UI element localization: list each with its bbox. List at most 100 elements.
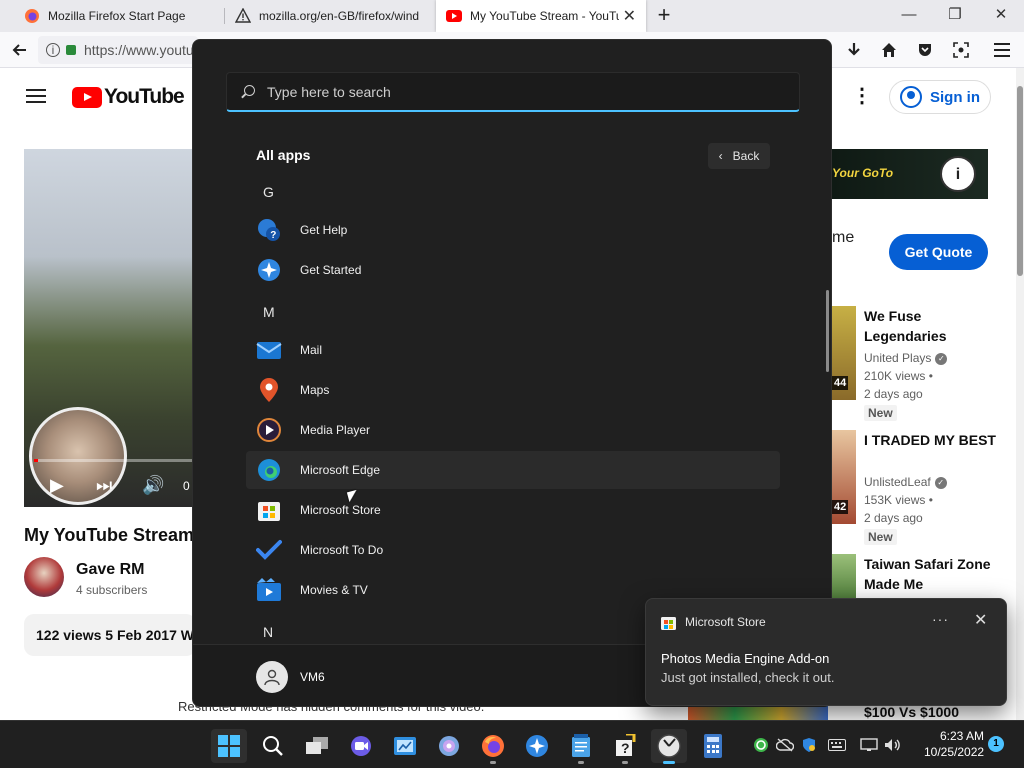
start-menu-scrollbar[interactable] (826, 290, 829, 372)
taskbar-search-button[interactable] (255, 729, 291, 763)
recommended-title[interactable]: We Fuse Legendaries (864, 306, 996, 346)
info-icon[interactable]: i (46, 43, 60, 57)
play-icon[interactable]: ▶ (50, 475, 64, 496)
more-options-icon[interactable]: ··· (932, 611, 949, 627)
channel-name[interactable]: Gave RM (76, 561, 144, 579)
hamburger-menu-icon[interactable] (990, 38, 1014, 62)
video-title: My YouTube Stream (24, 525, 194, 545)
start-search-input[interactable]: Type here to search (226, 72, 800, 112)
more-options-icon[interactable]: ⋮ (852, 86, 872, 106)
notification-title: Photos Media Engine Add-on (661, 651, 830, 666)
minimize-window-button[interactable]: — (886, 0, 932, 32)
user-avatar-icon[interactable] (256, 661, 288, 693)
ad-banner[interactable]: Your GoTo i (832, 149, 988, 199)
app-name: Microsoft Edge (300, 463, 381, 477)
video-player[interactable]: ▶ ⏭ 🔊 0 (24, 149, 200, 507)
app-name: Microsoft Store (300, 503, 381, 517)
task-view-button[interactable] (299, 729, 335, 763)
app-microsoft-to-do[interactable]: Microsoft To Do (246, 531, 780, 569)
clock-icon (657, 734, 681, 758)
recommended-video[interactable]: 42 I TRADED MY BEST UnlistedLeaf ✓ 153K v… (832, 430, 1002, 554)
youtube-logo[interactable]: YouTube (72, 85, 185, 109)
close-tab-icon[interactable]: ✕ (623, 6, 636, 26)
user-name[interactable]: VM6 (300, 670, 325, 684)
app-get-help[interactable]: ? Get Help (246, 211, 780, 249)
channel-avatar[interactable] (24, 557, 64, 597)
new-badge: New (864, 529, 897, 545)
section-letter[interactable]: G (263, 184, 274, 200)
video-thumbnail[interactable] (832, 554, 856, 600)
running-indicator (490, 761, 496, 764)
recommended-title[interactable]: I TRADED MY BEST (864, 430, 996, 450)
recommended-video[interactable]: 44 We Fuse Legendaries United Plays ✓ 210… (832, 306, 1002, 430)
app-maps[interactable]: Maps (246, 371, 780, 409)
app-mail[interactable]: Mail (246, 331, 780, 369)
svg-text:?: ? (621, 740, 630, 756)
pocket-icon[interactable] (913, 38, 937, 62)
url-bar[interactable]: i https://www.youtu (38, 36, 198, 64)
recommended-video[interactable]: Taiwan Safari Zone Made Me (832, 554, 1002, 600)
widgets-app-button[interactable] (387, 729, 423, 763)
sync-tray-icon[interactable] (752, 736, 770, 754)
new-badge: New (864, 405, 897, 421)
new-tab-button[interactable]: + (652, 4, 676, 28)
tab-mozilla[interactable]: mozilla.org/en-GB/firefox/wind (225, 0, 435, 32)
clock-app-taskbar-button[interactable] (651, 729, 687, 764)
home-icon[interactable] (877, 38, 901, 62)
recommended-thumbnail-peek[interactable] (688, 706, 828, 720)
notepad-taskbar-button[interactable] (563, 729, 599, 764)
tab-youtube[interactable]: My YouTube Stream - YouTu ✕ (436, 0, 646, 32)
start-button[interactable] (211, 729, 247, 763)
back-button[interactable]: ‹ Back (708, 143, 770, 169)
keyboard-tray-icon[interactable] (828, 736, 846, 754)
restore-window-button[interactable]: ❐ (932, 0, 978, 32)
firefox-icon (24, 8, 40, 24)
active-indicator (663, 761, 675, 764)
media-player-icon (256, 417, 282, 443)
help-taskbar-button[interactable]: ? (607, 729, 643, 764)
video-progress-bar[interactable] (34, 459, 200, 462)
recommended-age: 2 days ago (864, 387, 923, 401)
taskbar-clock[interactable]: 6:23 AM 10/25/2022 (924, 728, 984, 760)
app-media-player[interactable]: Media Player (246, 411, 780, 449)
screenshot-icon[interactable] (949, 38, 973, 62)
get-quote-button[interactable]: Get Quote (889, 234, 988, 270)
close-window-button[interactable]: ✕ (978, 0, 1024, 32)
notification-center-badge[interactable]: 1 (988, 736, 1004, 752)
tab-firefox-start[interactable]: Mozilla Firefox Start Page (14, 0, 224, 32)
downloads-icon[interactable] (842, 38, 866, 62)
recommended-title-peek[interactable]: $100 Vs $1000 (864, 704, 959, 720)
section-letter[interactable]: N (263, 624, 273, 640)
page-scrollbar-thumb[interactable] (1017, 86, 1023, 276)
app-get-started[interactable]: Get Started (246, 251, 780, 289)
volume-tray-icon[interactable] (884, 736, 902, 754)
volume-icon[interactable]: 🔊 (142, 475, 164, 496)
section-letter[interactable]: M (263, 304, 275, 320)
back-arrow-icon[interactable] (8, 38, 32, 62)
tab-title: mozilla.org/en-GB/firefox/wind (259, 9, 420, 23)
tab-title: My YouTube Stream - YouTu (470, 9, 619, 23)
close-icon[interactable]: ✕ (974, 610, 987, 630)
calculator-taskbar-button[interactable] (695, 729, 731, 763)
search-icon (241, 84, 255, 99)
app-microsoft-store[interactable]: Microsoft Store (246, 491, 780, 529)
recommended-title[interactable]: Taiwan Safari Zone Made Me (864, 554, 996, 594)
calculator-icon (704, 734, 722, 758)
cloud-tray-icon[interactable] (776, 736, 794, 754)
info-icon[interactable]: i (940, 156, 976, 192)
sign-in-button[interactable]: Sign in (889, 80, 991, 114)
network-tray-icon[interactable] (860, 736, 878, 754)
next-icon[interactable]: ⏭ (96, 475, 112, 496)
security-tray-icon[interactable] (800, 736, 818, 754)
photos-app-button[interactable] (431, 729, 467, 763)
notification-toast[interactable]: Microsoft Store ··· ✕ Photos Media Engin… (645, 598, 1007, 706)
youtube-icon (446, 8, 462, 24)
firefox-taskbar-button[interactable] (475, 729, 511, 764)
video-description[interactable]: 122 views 5 Feb 2017 W (24, 614, 196, 656)
app-microsoft-edge[interactable]: Microsoft Edge (246, 451, 780, 489)
chat-button[interactable] (343, 729, 379, 763)
search-icon (263, 736, 283, 756)
tab-title: Mozilla Firefox Start Page (48, 9, 186, 23)
get-started-taskbar-button[interactable] (519, 729, 555, 763)
guide-menu-icon[interactable] (26, 89, 46, 103)
